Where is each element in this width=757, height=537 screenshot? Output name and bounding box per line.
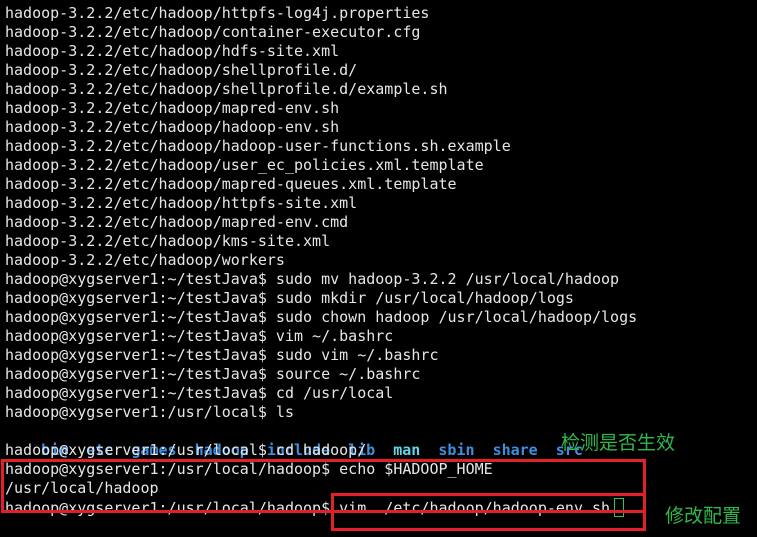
highlight-box-vim: [331, 493, 646, 531]
terminal-line: hadoop-3.2.2/etc/hadoop/shellprofile.d/: [5, 61, 358, 79]
terminal-line: hadoop-3.2.2/etc/hadoop/httpfs-log4j.pro…: [5, 4, 430, 22]
terminal-line: hadoop@xygserver1:~/testJava$ vim ~/.bas…: [5, 327, 394, 345]
terminal-line: hadoop@xygserver1:/usr/local$ ls: [5, 403, 294, 421]
terminal-line: hadoop-3.2.2/etc/hadoop/hadoop-user-func…: [5, 137, 511, 155]
annotation-modify: 修改配置: [665, 505, 742, 527]
terminal-line: hadoop-3.2.2/etc/hadoop/container-execut…: [5, 23, 421, 41]
terminal-line: hadoop@xygserver1:~/testJava$ source ~/.…: [5, 365, 421, 383]
dir-entry: man: [393, 441, 421, 459]
terminal-line: hadoop-3.2.2/etc/hadoop/mapred-env.sh: [5, 99, 340, 117]
dir-entry: sbin: [438, 441, 475, 459]
terminal-line: hadoop-3.2.2/etc/hadoop/hadoop-env.sh: [5, 118, 340, 136]
terminal-line: hadoop@xygserver1:~/testJava$ sudo mkdir…: [5, 289, 574, 307]
ls-output: bin etc games hadoop include lib man sbin share s…: [5, 422, 637, 459]
terminal-line: hadoop@xygserver1:~/testJava$ sudo chown…: [5, 308, 638, 326]
terminal-line: hadoop-3.2.2/etc/hadoop/user_ec_policies…: [5, 156, 484, 174]
terminal-line: hadoop-3.2.2/etc/hadoop/workers: [5, 251, 285, 269]
terminal-line: hadoop-3.2.2/etc/hadoop/shellprofile.d/e…: [5, 80, 448, 98]
dir-entry: share: [492, 441, 538, 459]
terminal-line: hadoop-3.2.2/etc/hadoop/mapred-env.cmd: [5, 213, 349, 231]
terminal-line: hadoop@xygserver1:~/testJava$ sudo mv ha…: [5, 270, 620, 288]
terminal-line: hadoop-3.2.2/etc/hadoop/hdfs-site.xml: [5, 42, 340, 60]
terminal-line: hadoop-3.2.2/etc/hadoop/mapred-queues.xm…: [5, 175, 457, 193]
terminal-line: hadoop-3.2.2/etc/hadoop/httpfs-site.xml: [5, 194, 358, 212]
terminal-line: hadoop-3.2.2/etc/hadoop/kms-site.xml: [5, 232, 331, 250]
terminal-line: hadoop@xygserver1:~/testJava$ sudo vim ~…: [5, 346, 439, 364]
annotation-check: 检测是否生效: [561, 432, 676, 454]
terminal-output: hadoop-3.2.2/etc/hadoop/httpfs-log4j.pro…: [5, 4, 637, 517]
terminal-line: hadoop@xygserver1:~/testJava$ cd /usr/lo…: [5, 384, 394, 402]
